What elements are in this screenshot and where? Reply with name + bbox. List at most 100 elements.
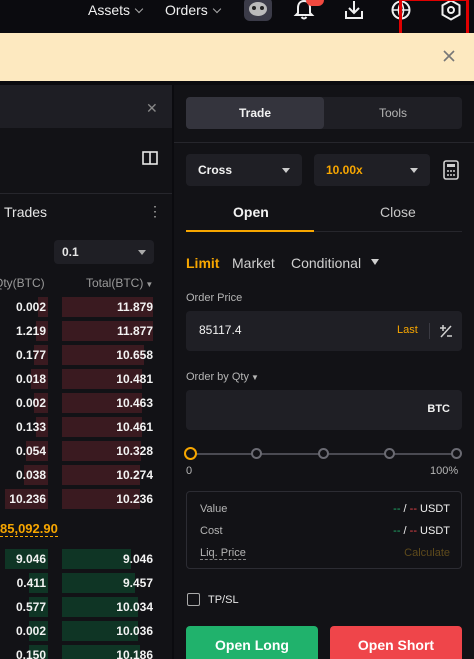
row-qty: 0.177 — [15, 348, 46, 362]
close-icon[interactable]: ✕ — [146, 100, 158, 117]
bid-row[interactable]: 0.577 10.034 — [0, 596, 172, 618]
row-total: 9.457 — [122, 576, 153, 590]
mid-price[interactable]: 85,092.90 — [0, 521, 58, 537]
active-tab-indicator — [186, 230, 314, 232]
cost-label: Cost — [200, 525, 223, 537]
row-total: 10.658 — [116, 348, 153, 362]
sort-caret-icon: ▼ — [145, 280, 154, 289]
row-total: 10.274 — [116, 468, 153, 482]
bid-row[interactable]: 9.046 9.046 — [0, 548, 172, 570]
qty-unit: BTC — [427, 403, 450, 415]
leverage-select[interactable]: 10.00x — [314, 154, 430, 186]
row-qty: 0.038 — [15, 468, 46, 482]
download-icon[interactable] — [343, 0, 365, 21]
liq-calculate-link[interactable]: Calculate — [404, 547, 450, 559]
order-summary: Value -- / -- USDT Cost -- / -- USDT Liq… — [186, 491, 462, 569]
row-total: 10.236 — [116, 492, 153, 506]
ask-row[interactable]: 0.002 11.879 — [0, 296, 172, 318]
chevron-down-icon — [134, 4, 144, 14]
col-header-total-label: Total(BTC) — [86, 276, 144, 290]
orderbook-panel: ✕ Trades ⋮ 0.1 Qty(BTC) Total(BTC)▼ 0.00… — [0, 85, 172, 659]
order-type-conditional[interactable]: Conditional — [291, 255, 361, 271]
row-qty: 0.411 — [16, 576, 46, 590]
order-type-limit[interactable]: Limit — [186, 255, 219, 271]
qty-slider-handle[interactable] — [184, 447, 197, 460]
close-icon[interactable] — [442, 49, 456, 63]
slider-node-100[interactable] — [451, 448, 462, 459]
row-total: 11.877 — [116, 324, 153, 338]
more-icon[interactable]: ⋮ — [148, 203, 162, 220]
calculator-icon[interactable] — [442, 160, 460, 180]
order-qty-field[interactable]: BTC — [186, 390, 462, 430]
tpsl-checkbox[interactable] — [187, 593, 200, 606]
order-price-field[interactable]: 85117.4 Last — [186, 311, 462, 351]
ask-row[interactable]: 0.002 10.463 — [0, 392, 172, 414]
bid-row[interactable]: 0.411 9.457 — [0, 572, 172, 594]
row-qty: 0.002 — [15, 300, 46, 314]
orderbook-title: Trades — [4, 204, 48, 220]
tab-open[interactable]: Open — [233, 204, 269, 220]
bid-row[interactable]: 0.150 10.186 — [0, 644, 172, 659]
caret-down-icon: ▼ — [250, 373, 259, 382]
chevron-down-icon — [212, 4, 222, 14]
ask-row[interactable]: 1.219 11.877 — [0, 320, 172, 342]
ask-row[interactable]: 0.038 10.274 — [0, 464, 172, 486]
caret-down-icon — [410, 168, 418, 173]
avatar[interactable] — [244, 0, 272, 21]
liq-price-label[interactable]: Liq. Price — [200, 547, 246, 560]
row-total: 10.328 — [116, 444, 153, 458]
row-qty: 0.133 — [15, 420, 46, 434]
open-long-button[interactable]: Open Long — [186, 626, 318, 659]
row-qty: 0.018 — [15, 372, 46, 386]
tab-tools[interactable]: Tools — [324, 97, 462, 129]
row-total: 10.036 — [116, 624, 153, 638]
ask-row[interactable]: 0.054 10.328 — [0, 440, 172, 462]
order-qty-label-text: Order by Qty — [186, 371, 249, 383]
col-header-qty: Qty(BTC) — [0, 276, 45, 290]
top-nav: Assets Orders — [0, 0, 474, 38]
nav-assets[interactable]: Assets — [88, 2, 144, 18]
slider-node-75[interactable] — [384, 448, 395, 459]
row-qty: 0.577 — [15, 600, 46, 614]
order-qty-label[interactable]: Order by Qty ▼ — [186, 371, 259, 383]
row-qty: 10.236 — [9, 492, 46, 506]
row-total: 10.186 — [116, 648, 153, 659]
divider — [0, 193, 172, 194]
nav-orders[interactable]: Orders — [165, 2, 222, 18]
row-qty: 0.150 — [15, 648, 46, 659]
ask-row[interactable]: 0.018 10.481 — [0, 368, 172, 390]
summary-cost-row: Cost -- / -- USDT — [200, 525, 450, 541]
row-total: 9.046 — [122, 552, 153, 566]
summary-value-row: Value -- / -- USDT — [200, 503, 450, 519]
value-amount: -- / -- USDT — [393, 503, 450, 515]
nav-orders-label: Orders — [165, 2, 208, 18]
bid-row[interactable]: 0.002 10.036 — [0, 620, 172, 642]
margin-mode-select[interactable]: Cross — [186, 154, 302, 186]
notice-banner — [0, 33, 474, 81]
tab-close[interactable]: Close — [380, 204, 416, 220]
slider-node-50[interactable] — [318, 448, 329, 459]
plus-minus-icon[interactable] — [438, 323, 454, 339]
col-header-total[interactable]: Total(BTC) ▼ — [86, 276, 153, 290]
divider — [174, 142, 474, 143]
value-label: Value — [200, 503, 228, 515]
ask-row[interactable]: 0.177 10.658 — [0, 344, 172, 366]
precision-select[interactable]: 0.1 — [54, 240, 154, 264]
tpsl-label[interactable]: TP/SL — [208, 594, 239, 606]
caret-down-icon — [138, 250, 146, 255]
cost-amount: -- / -- USDT — [393, 525, 450, 537]
row-qty: 0.054 — [15, 444, 46, 458]
book-icon[interactable] — [142, 151, 158, 165]
ask-row[interactable]: 0.133 10.461 — [0, 416, 172, 438]
ask-row[interactable]: 10.236 10.236 — [0, 488, 172, 510]
order-type-market[interactable]: Market — [232, 255, 275, 271]
slider-node-25[interactable] — [251, 448, 262, 459]
last-price-button[interactable]: Last — [397, 324, 418, 336]
caret-down-icon — [282, 168, 290, 173]
tab-trade[interactable]: Trade — [186, 97, 324, 129]
caret-down-icon[interactable] — [371, 259, 379, 265]
row-qty: 9.046 — [15, 552, 46, 566]
row-qty: 0.002 — [15, 624, 46, 638]
open-short-button[interactable]: Open Short — [330, 626, 462, 659]
row-total: 10.481 — [116, 372, 153, 386]
